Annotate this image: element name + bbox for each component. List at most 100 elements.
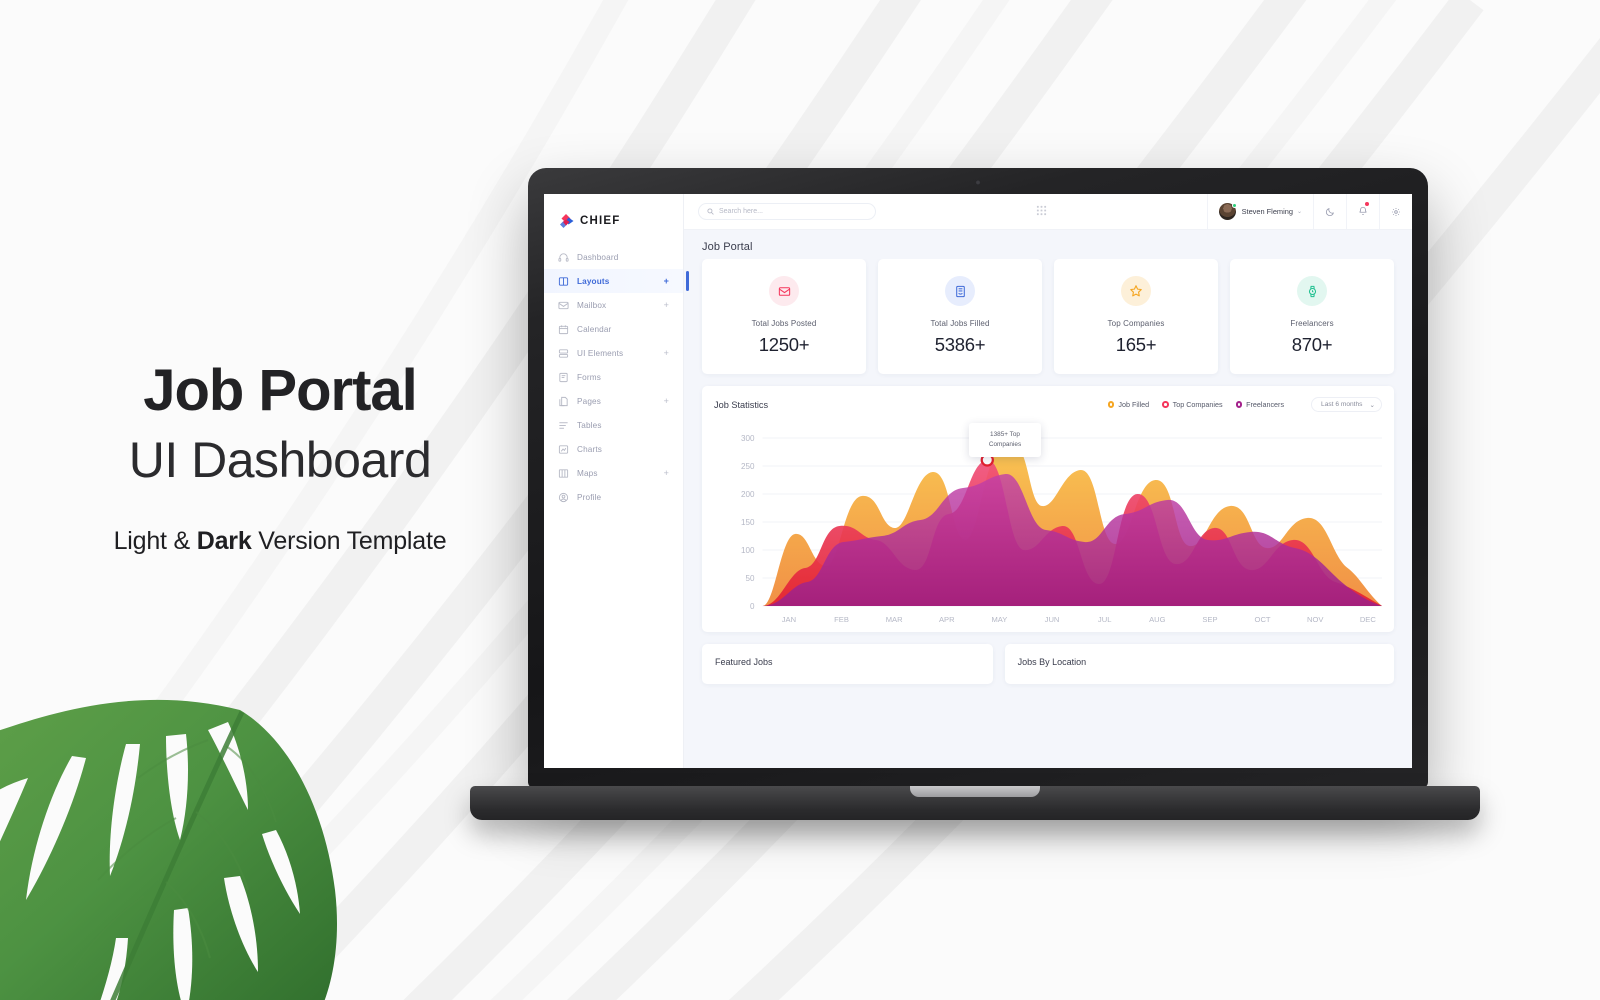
stat-icon-wrap: [769, 276, 799, 306]
page-title: Job Portal: [702, 241, 753, 253]
laptop-lid: CHIEF Dashboard Layouts + Mailbox + Cale…: [528, 168, 1428, 788]
y-tick: 250: [741, 462, 755, 471]
laptop-base: [470, 786, 1480, 820]
legend-item-freelancers[interactable]: Freelancers: [1235, 400, 1284, 409]
sidebar-item-charts[interactable]: Charts: [544, 437, 683, 461]
chart-legend: Job Filled Top Companies Freelancers Las…: [1107, 397, 1382, 412]
stat-value: 165+: [1115, 334, 1157, 355]
sidebar-item-label: Calendar: [577, 324, 612, 334]
theme-toggle-button[interactable]: [1312, 194, 1346, 229]
stat-card-total-jobs-posted[interactable]: Total Jobs Posted 1250+: [702, 259, 866, 374]
content-area: Total Jobs Posted 1250+ Total Jobs Fille…: [684, 259, 1412, 768]
card-title: Jobs By Location: [1017, 657, 1087, 667]
sidebar-item-label: Layouts: [577, 276, 610, 286]
expand-icon[interactable]: +: [664, 300, 673, 310]
user-menu[interactable]: Steven Fleming ⌄: [1206, 194, 1313, 229]
chart-tooltip: 1385+ Top Companies: [969, 423, 1041, 457]
sidebar-item-forms[interactable]: Forms: [544, 365, 683, 389]
avatar: [1218, 203, 1237, 220]
x-tick: OCT: [1255, 615, 1271, 624]
chevron-down-icon: ⌄: [1296, 209, 1302, 215]
document-icon: [955, 285, 965, 297]
x-tick: JUL: [1098, 615, 1111, 624]
y-tick: 150: [741, 518, 755, 527]
headset-icon: [558, 252, 569, 262]
expand-icon[interactable]: +: [664, 468, 673, 478]
promo-copy: Job Portal UI Dashboard Light & Dark Ver…: [0, 359, 560, 556]
notifications-button[interactable]: [1345, 194, 1379, 229]
x-tick: AUG: [1149, 615, 1166, 624]
x-tick: MAR: [886, 615, 903, 624]
stat-value: 870+: [1291, 334, 1333, 355]
sidebar-item-calendar[interactable]: Calendar: [544, 317, 683, 341]
page-header: Job Portal: [684, 230, 1412, 259]
laptop-mockup: CHIEF Dashboard Layouts + Mailbox + Cale…: [470, 168, 1480, 828]
stat-icon-wrap: [945, 276, 975, 306]
main-area: Search here... Steven Fleming ⌄ Job Port…: [684, 194, 1412, 768]
x-tick: FEB: [834, 615, 849, 624]
notification-badge: [1364, 201, 1369, 206]
moon-icon: [1325, 207, 1334, 216]
x-tick: JUN: [1045, 615, 1060, 624]
search-icon: [707, 208, 714, 215]
stat-caption: Top Companies: [1107, 319, 1165, 328]
sidebar-item-label: Mailbox: [577, 300, 607, 310]
date-range-value: Last 6 months: [1321, 401, 1363, 408]
sidebar-item-layouts[interactable]: Layouts +: [544, 269, 689, 293]
chart-title: Job Statistics: [714, 399, 769, 410]
legend-swatch: [1162, 401, 1169, 408]
expand-icon[interactable]: +: [664, 276, 673, 286]
jobs-by-location-card[interactable]: Jobs By Location: [1004, 644, 1394, 684]
sidebar-item-tables[interactable]: Tables: [544, 413, 683, 437]
x-tick: MAY: [991, 615, 1007, 624]
search-input[interactable]: Search here...: [698, 203, 876, 220]
sidebar-item-mailbox[interactable]: Mailbox +: [544, 293, 683, 317]
sidebar-item-label: Dashboard: [577, 252, 619, 262]
ui-elements-icon: [558, 348, 569, 358]
card-title: Featured Jobs: [715, 657, 773, 667]
sidebar-item-maps[interactable]: Maps +: [544, 461, 683, 485]
y-tick: 300: [741, 434, 755, 443]
stat-caption: Total Jobs Filled: [930, 319, 990, 328]
chart-plot-area: 300 250 200 150 100 50 0 JAN FEB MAR APR…: [714, 416, 1382, 626]
legend-item-job-filled[interactable]: Job Filled: [1107, 400, 1150, 409]
legend-item-top-companies[interactable]: Top Companies: [1162, 400, 1223, 409]
brand-name: CHIEF: [580, 215, 621, 227]
promo-subtitle-post: Version Template: [251, 527, 447, 556]
stat-value: 1250+: [758, 334, 810, 355]
stat-cards-row: Total Jobs Posted 1250+ Total Jobs Fille…: [702, 259, 1394, 374]
envelope-icon: [778, 286, 790, 296]
apps-grid-icon[interactable]: [1036, 203, 1047, 221]
chart-header: Job Statistics Job Filled Top Companies: [714, 397, 1382, 412]
legend-label: Top Companies: [1172, 400, 1223, 409]
sidebar-item-label: Pages: [577, 396, 601, 406]
laptop-notch: [910, 786, 1040, 797]
sidebar-item-ui-elements[interactable]: UI Elements +: [544, 341, 683, 365]
sidebar-item-label: UI Elements: [577, 348, 624, 358]
stat-card-top-companies[interactable]: Top Companies 165+: [1054, 259, 1218, 374]
expand-icon[interactable]: +: [664, 348, 673, 358]
settings-button[interactable]: [1378, 194, 1412, 229]
stat-icon-wrap: [1121, 276, 1151, 306]
calendar-icon: [558, 324, 569, 334]
stat-value: 5386+: [934, 334, 986, 355]
stat-caption: Freelancers: [1290, 319, 1334, 328]
sidebar-item-dashboard[interactable]: Dashboard: [544, 245, 683, 269]
gear-icon: [1392, 207, 1400, 216]
sidebar: CHIEF Dashboard Layouts + Mailbox + Cale…: [544, 194, 689, 768]
online-status-dot: [1231, 203, 1237, 208]
sidebar-item-label: Forms: [577, 372, 601, 382]
brand-logo[interactable]: CHIEF: [544, 204, 683, 245]
expand-icon[interactable]: +: [664, 396, 673, 406]
x-tick: JAN: [782, 615, 796, 624]
sidebar-item-profile[interactable]: Profile: [544, 485, 683, 509]
stat-card-total-jobs-filled[interactable]: Total Jobs Filled 5386+: [878, 259, 1042, 374]
y-axis-labels: 300 250 200 150 100 50 0: [741, 434, 755, 611]
sidebar-item-pages[interactable]: Pages +: [544, 389, 683, 413]
sidebar-item-label: Maps: [577, 468, 598, 478]
stat-card-freelancers[interactable]: Freelancers 870+: [1230, 259, 1394, 374]
date-range-select[interactable]: Last 6 months ⌄: [1311, 397, 1382, 412]
featured-jobs-card[interactable]: Featured Jobs: [702, 644, 993, 684]
watch-icon: [1308, 285, 1316, 297]
legend-label: Job Filled: [1118, 400, 1150, 409]
